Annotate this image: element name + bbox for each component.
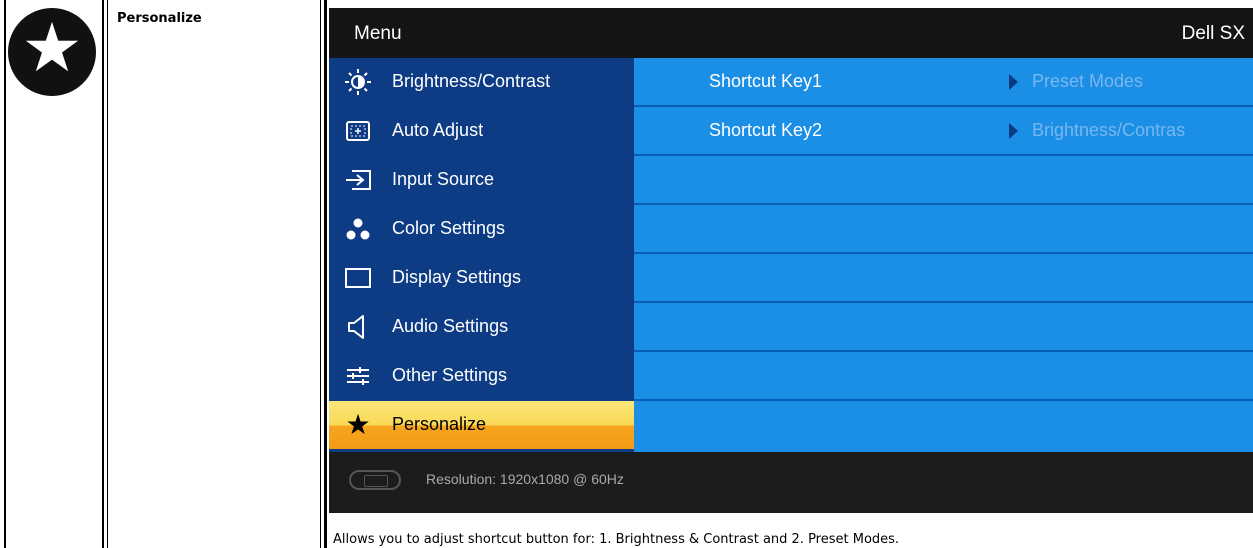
speaker-icon xyxy=(343,313,373,341)
osd-submenu: Shortcut Key1 Preset Modes Shortcut Key2… xyxy=(634,58,1253,452)
option-value: Brightness/Contras xyxy=(1032,120,1186,140)
menu-item-input-source[interactable]: Input Source xyxy=(329,156,634,204)
empty-row xyxy=(634,156,1253,205)
color-settings-icon xyxy=(343,215,373,243)
empty-row xyxy=(634,254,1253,303)
menu-item-display-settings[interactable]: Display Settings xyxy=(329,254,634,302)
description-text: Allows you to adjust shortcut button for… xyxy=(333,532,900,547)
osd-model-name: Dell SX xyxy=(1181,23,1245,44)
arrow-right-icon xyxy=(1009,74,1018,90)
personalize-star-icon: ★ xyxy=(8,8,96,96)
option-key: Shortcut Key2 xyxy=(709,120,823,140)
menu-item-label: Color Settings xyxy=(392,218,506,238)
menu-item-label: Other Settings xyxy=(392,365,508,385)
resolution-text: Resolution: 1920x1080 @ 60Hz xyxy=(426,471,624,487)
menu-item-label: Input Source xyxy=(392,169,495,189)
table-border-col1 xyxy=(102,0,104,548)
table-border-col2 xyxy=(107,0,108,548)
section-title: Personalize xyxy=(117,11,202,26)
osd-menu-screenshot: Menu Dell SX Brightness/Contrast Auto Ad… xyxy=(329,8,1253,513)
empty-row xyxy=(634,401,1253,452)
sliders-icon xyxy=(343,362,373,390)
empty-row xyxy=(634,303,1253,352)
menu-item-label: Brightness/Contrast xyxy=(392,71,551,91)
menu-item-label: Auto Adjust xyxy=(392,120,484,140)
option-value: Preset Modes xyxy=(1032,71,1144,91)
table-border-col3 xyxy=(320,0,321,548)
vga-connector-icon xyxy=(349,470,401,490)
arrow-right-icon xyxy=(1009,123,1018,139)
star-icon: ★ xyxy=(345,409,371,440)
empty-row xyxy=(634,205,1253,254)
osd-footer: Resolution: 1920x1080 @ 60Hz xyxy=(329,452,1253,513)
osd-title: Menu xyxy=(354,23,402,44)
brightness-icon xyxy=(343,68,373,96)
osd-header: Menu Dell SX xyxy=(329,8,1253,58)
option-key: Shortcut Key1 xyxy=(709,71,823,91)
menu-item-personalize[interactable]: ★ Personalize xyxy=(329,401,634,449)
menu-item-brightness-contrast[interactable]: Brightness/Contrast xyxy=(329,58,634,106)
menu-item-other-settings[interactable]: Other Settings xyxy=(329,352,634,400)
menu-item-auto-adjust[interactable]: Auto Adjust xyxy=(329,107,634,155)
option-row-shortcut-key1[interactable]: Shortcut Key1 Preset Modes xyxy=(634,58,1253,107)
option-row-shortcut-key2[interactable]: Shortcut Key2 Brightness/Contras xyxy=(634,107,1253,156)
display-settings-icon xyxy=(343,264,373,292)
menu-item-label: Audio Settings xyxy=(392,316,509,336)
menu-item-color-settings[interactable]: Color Settings xyxy=(329,205,634,253)
menu-item-label: Personalize xyxy=(392,414,487,434)
table-border-col4 xyxy=(324,0,327,548)
input-source-icon xyxy=(343,166,373,194)
auto-adjust-icon xyxy=(343,117,373,145)
table-border-left xyxy=(4,0,6,548)
empty-row xyxy=(634,352,1253,401)
menu-item-label: Display Settings xyxy=(392,267,522,287)
osd-main-menu: Brightness/Contrast Auto Adjust Input So… xyxy=(329,58,634,452)
menu-item-audio-settings[interactable]: Audio Settings xyxy=(329,303,634,351)
